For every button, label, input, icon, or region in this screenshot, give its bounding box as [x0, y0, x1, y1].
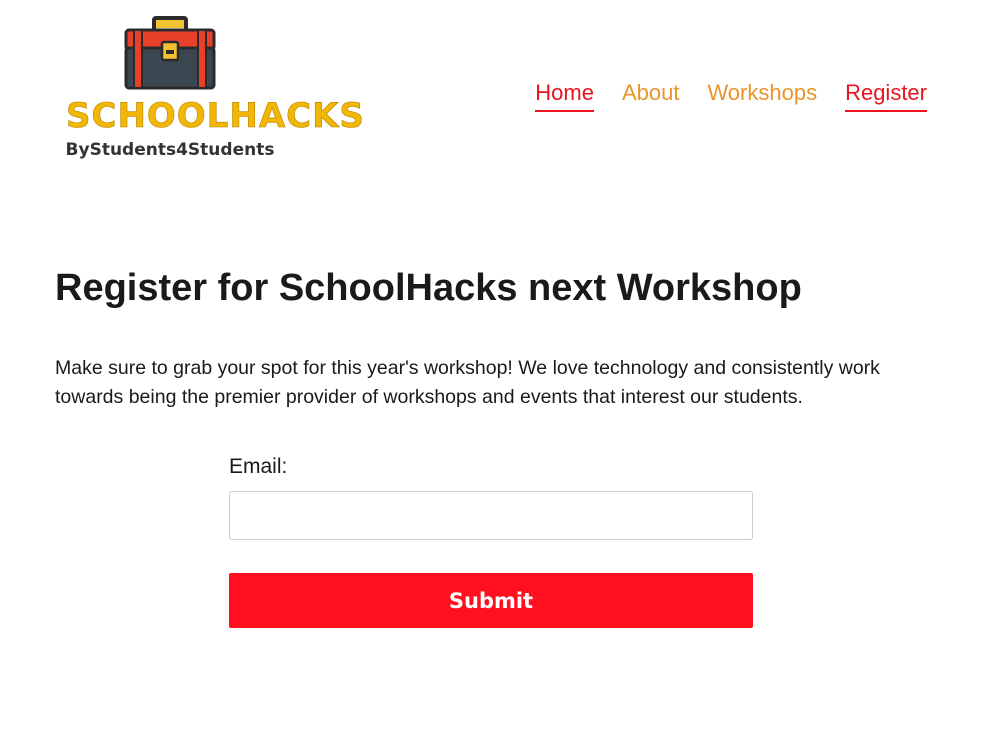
nav-link-workshops[interactable]: Workshops	[707, 78, 817, 112]
nav-link-register[interactable]: Register	[845, 78, 927, 112]
submit-button[interactable]: Submit	[229, 573, 753, 628]
register-form: Email: Submit	[229, 452, 753, 628]
site-header: SCHOOLHACKS ByStudents4Students Home Abo…	[0, 0, 1002, 200]
nav-link-about[interactable]: About	[622, 78, 680, 112]
site-logo[interactable]: SCHOOLHACKS ByStudents4Students	[62, 16, 365, 166]
intro-paragraph: Make sure to grab your spot for this yea…	[55, 357, 880, 408]
page: SCHOOLHACKS ByStudents4Students Home Abo…	[0, 0, 1002, 732]
logo-tagline: ByStudents4Students	[65, 140, 275, 160]
toolbox-icon	[124, 16, 216, 90]
page-title: Register for SchoolHacks next Workshop	[55, 267, 802, 309]
main-nav: Home About Workshops Register	[535, 78, 927, 112]
logo-wordmark: SCHOOLHACKS	[66, 96, 365, 136]
email-input[interactable]	[229, 491, 753, 540]
nav-link-home[interactable]: Home	[535, 78, 594, 112]
email-label: Email:	[229, 455, 288, 478]
